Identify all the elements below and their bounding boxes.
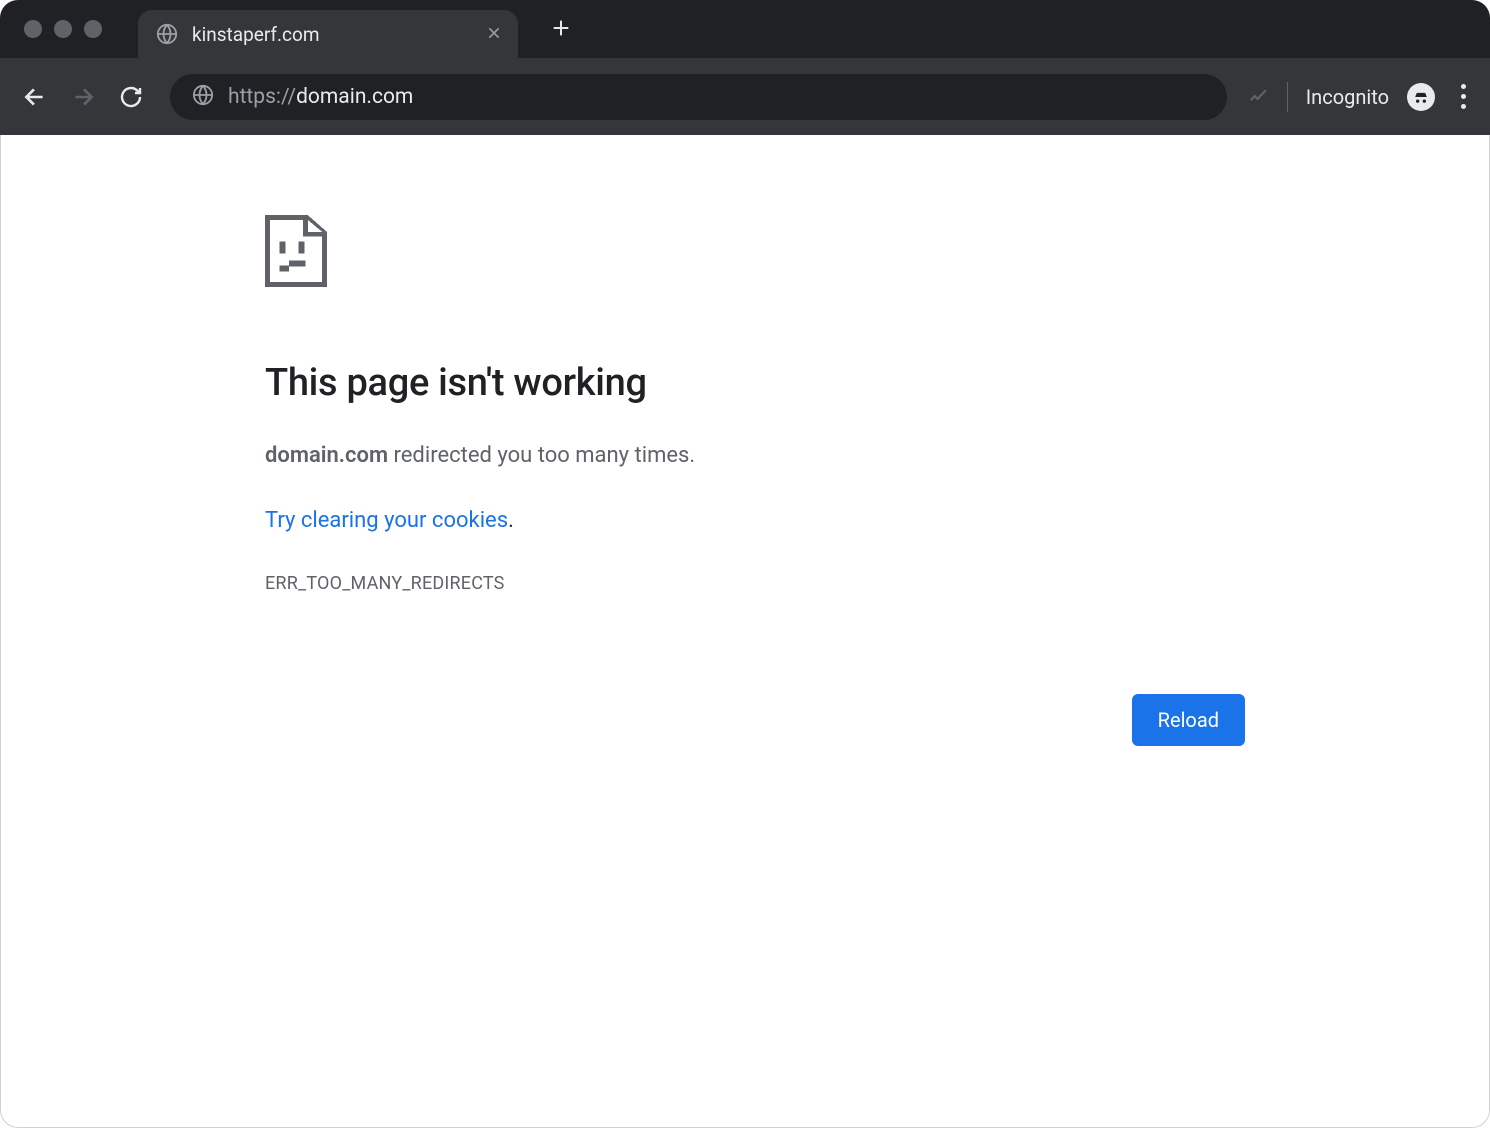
site-info-icon[interactable] bbox=[192, 84, 214, 110]
error-domain: domain.com bbox=[265, 443, 388, 468]
window-controls bbox=[24, 20, 102, 38]
address-bar[interactable]: https://domain.com bbox=[170, 74, 1227, 120]
new-tab-button[interactable] bbox=[550, 13, 572, 46]
reload-icon[interactable] bbox=[112, 78, 150, 116]
browser-tab[interactable]: kinstaperf.com bbox=[138, 10, 518, 58]
error-message-suffix: redirected you too many times. bbox=[388, 443, 695, 468]
titlebar: kinstaperf.com bbox=[0, 0, 1490, 58]
toolbar-right: Incognito bbox=[1247, 82, 1474, 112]
error-heading: This page isn't working bbox=[265, 361, 1245, 405]
url-text: https://domain.com bbox=[228, 85, 413, 109]
error-link-period: . bbox=[508, 508, 514, 533]
clear-cookies-link[interactable]: Try clearing your cookies bbox=[265, 508, 508, 533]
error-code: ERR_TOO_MANY_REDIRECTS bbox=[265, 573, 1245, 594]
toolbar-divider bbox=[1287, 82, 1288, 112]
window-min-dot[interactable] bbox=[54, 20, 72, 38]
page-body: This page isn't working domain.com redir… bbox=[0, 135, 1490, 746]
extensions-icon[interactable] bbox=[1247, 84, 1269, 110]
incognito-icon bbox=[1407, 83, 1435, 111]
menu-button[interactable] bbox=[1453, 84, 1474, 109]
tab-title: kinstaperf.com bbox=[192, 23, 472, 46]
reload-row: Reload bbox=[265, 694, 1245, 746]
url-scheme: https:// bbox=[228, 85, 296, 109]
window-close-dot[interactable] bbox=[24, 20, 42, 38]
error-message: domain.com redirected you too many times… bbox=[265, 443, 1245, 468]
forward-button[interactable] bbox=[64, 78, 102, 116]
toolbar: https://domain.com Incognito bbox=[0, 58, 1490, 135]
reload-button[interactable]: Reload bbox=[1132, 694, 1245, 746]
globe-icon bbox=[156, 23, 178, 45]
error-suggestion: Try clearing your cookies. bbox=[265, 508, 1245, 533]
window-max-dot[interactable] bbox=[84, 20, 102, 38]
browser-chrome: kinstaperf.com https://domain.com bbox=[0, 0, 1490, 135]
error-content: This page isn't working domain.com redir… bbox=[245, 215, 1245, 746]
close-icon[interactable] bbox=[486, 22, 502, 46]
back-button[interactable] bbox=[16, 78, 54, 116]
sad-page-icon bbox=[265, 215, 1245, 291]
url-host: domain.com bbox=[296, 85, 413, 109]
incognito-label: Incognito bbox=[1306, 85, 1389, 109]
